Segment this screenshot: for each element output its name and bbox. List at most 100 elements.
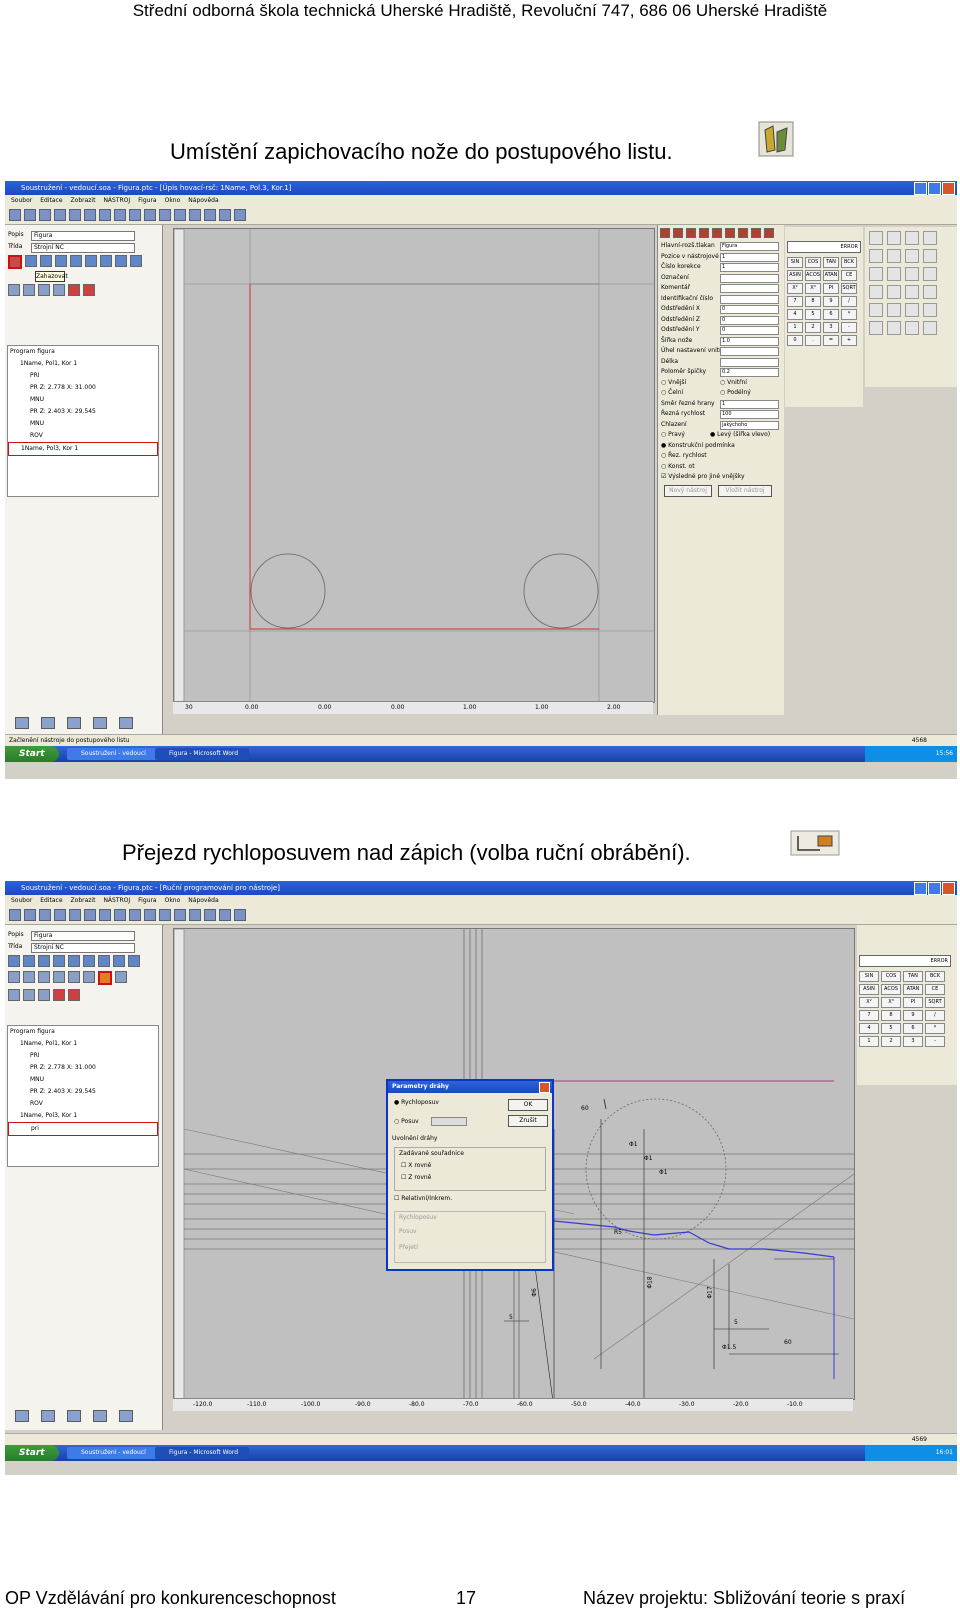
calc-key[interactable]: 0	[787, 335, 803, 346]
calc-key[interactable]: CE	[841, 270, 857, 281]
toolbar-button[interactable]	[24, 209, 36, 221]
operation-icon[interactable]	[23, 955, 35, 967]
toolbar-button[interactable]	[54, 909, 66, 921]
operation-icon[interactable]	[38, 971, 50, 983]
menu-item[interactable]: Zobrazit	[71, 195, 96, 206]
draw-tool-icon[interactable]	[887, 285, 901, 299]
calc-key[interactable]: .	[805, 335, 821, 346]
tool-place-icon[interactable]	[8, 255, 22, 269]
toolbar-button[interactable]	[69, 209, 81, 221]
z-check[interactable]: ☐ Z rovně	[401, 1174, 431, 1181]
tree-node[interactable]: MNU	[8, 418, 158, 430]
menu-item[interactable]: Okno	[165, 195, 181, 206]
tree-node[interactable]: PR Z: 2.778 X: 31.000	[8, 1062, 158, 1074]
toolbar-button[interactable]	[39, 909, 51, 921]
draw-tool-icon[interactable]	[887, 303, 901, 317]
operation-icon[interactable]	[8, 955, 20, 967]
calc-key[interactable]: ASIN	[859, 984, 879, 995]
tool-type-icon[interactable]	[673, 228, 683, 238]
draw-tool-icon[interactable]	[887, 249, 901, 263]
calc-key[interactable]: 1	[859, 1036, 879, 1047]
toolbar-button[interactable]	[84, 209, 96, 221]
operation-icon[interactable]	[70, 255, 82, 267]
check-option[interactable]: Pravý	[668, 431, 685, 438]
manual-machining-tool-icon[interactable]	[98, 971, 112, 985]
menu-item[interactable]: Nápověda	[188, 195, 218, 206]
operation-icon[interactable]	[25, 255, 37, 267]
toolbar-button[interactable]	[129, 909, 141, 921]
toolbar-button[interactable]	[84, 909, 96, 921]
minimize-button[interactable]	[914, 882, 927, 895]
operation-icon[interactable]	[53, 989, 65, 1001]
tab-icon[interactable]	[119, 717, 133, 729]
operation-icon[interactable]	[100, 255, 112, 267]
menu-item[interactable]: NÁSTROJ	[103, 195, 130, 206]
calc-key[interactable]: COS	[881, 971, 901, 982]
trida-select[interactable]: Strojní NC	[31, 243, 135, 253]
operation-icon[interactable]	[115, 255, 127, 267]
param-input[interactable]: 0	[720, 315, 779, 325]
calc-key[interactable]: ATAN	[823, 270, 839, 281]
calc-key[interactable]: -	[841, 322, 857, 333]
toolbar-button[interactable]	[144, 909, 156, 921]
calc-key[interactable]: 7	[787, 296, 803, 307]
calc-key[interactable]: SQRT	[841, 283, 857, 294]
radio-option[interactable]: Podélný	[727, 389, 751, 396]
param-input[interactable]: 1	[720, 399, 779, 409]
cancel-button[interactable]: Zrušit	[508, 1115, 548, 1127]
calc-key[interactable]: X²	[859, 997, 879, 1008]
param-input[interactable]: 1.0	[720, 336, 779, 346]
draw-tool-icon[interactable]	[869, 231, 883, 245]
draw-tool-icon[interactable]	[887, 231, 901, 245]
toolbar-button[interactable]	[159, 909, 171, 921]
calc-key[interactable]: CE	[925, 984, 945, 995]
relative-check[interactable]: ☐ Relativní/Inkrem.	[394, 1195, 452, 1202]
calc-key[interactable]: =	[823, 335, 839, 346]
close-button[interactable]	[942, 182, 955, 195]
calc-key[interactable]: BCK	[841, 257, 857, 268]
tab-icon[interactable]	[15, 717, 29, 729]
taskbar-item[interactable]: Soustružení - vedoucí	[67, 748, 161, 760]
tree-node[interactable]: 1Name, Pol1, Kor 1	[8, 1038, 158, 1050]
menu-item[interactable]: Zobrazit	[71, 895, 96, 906]
tree-node[interactable]: PRI	[8, 370, 158, 382]
draw-tool-icon[interactable]	[905, 285, 919, 299]
menu-item[interactable]: Editace	[40, 195, 62, 206]
toolbar-button[interactable]	[189, 909, 201, 921]
calc-key[interactable]: ASIN	[787, 270, 803, 281]
draw-tool-icon[interactable]	[923, 303, 937, 317]
check-option[interactable]: Konstrukční podmínka	[668, 442, 735, 449]
draw-tool-icon[interactable]	[869, 285, 883, 299]
menu-item[interactable]: Okno	[165, 895, 181, 906]
operation-icon[interactable]	[98, 955, 110, 967]
calc-key[interactable]: 8	[881, 1010, 901, 1021]
tree-node[interactable]: ROV	[8, 430, 158, 442]
ok-button[interactable]: OK	[508, 1099, 548, 1111]
operation-icon[interactable]	[8, 989, 20, 1001]
tab-icon[interactable]	[41, 717, 55, 729]
calc-key[interactable]: SIN	[859, 971, 879, 982]
check-option[interactable]: Výsledné pro jiné vnějšky	[668, 473, 744, 480]
tree-node[interactable]: PR Z: 2.403 X: 29.545	[8, 1086, 158, 1098]
toolbar-button[interactable]	[234, 209, 246, 221]
tree-node-selected[interactable]: pri	[8, 1122, 158, 1136]
delete-icon[interactable]	[83, 284, 95, 296]
taskbar-item[interactable]: Figura - Microsoft Word	[155, 1447, 249, 1459]
calc-key[interactable]: PI	[823, 283, 839, 294]
operation-icon[interactable]	[38, 284, 50, 296]
draw-tool-icon[interactable]	[923, 231, 937, 245]
tab-icon[interactable]	[93, 1410, 107, 1422]
calc-key[interactable]: ACOS	[881, 984, 901, 995]
minimize-button[interactable]	[914, 182, 927, 195]
operation-icon[interactable]	[23, 284, 35, 296]
calc-key[interactable]: SQRT	[925, 997, 945, 1008]
tree-node[interactable]: MNU	[8, 394, 158, 406]
tab-icon[interactable]	[67, 717, 81, 729]
draw-tool-icon[interactable]	[887, 321, 901, 335]
operation-icon[interactable]	[113, 955, 125, 967]
toolbar-button[interactable]	[219, 209, 231, 221]
draw-tool-icon[interactable]	[923, 249, 937, 263]
tree-node[interactable]: Program figura	[8, 1026, 158, 1038]
tree-node[interactable]: PRI	[8, 1050, 158, 1062]
radio-option[interactable]: Čelní	[668, 389, 683, 396]
